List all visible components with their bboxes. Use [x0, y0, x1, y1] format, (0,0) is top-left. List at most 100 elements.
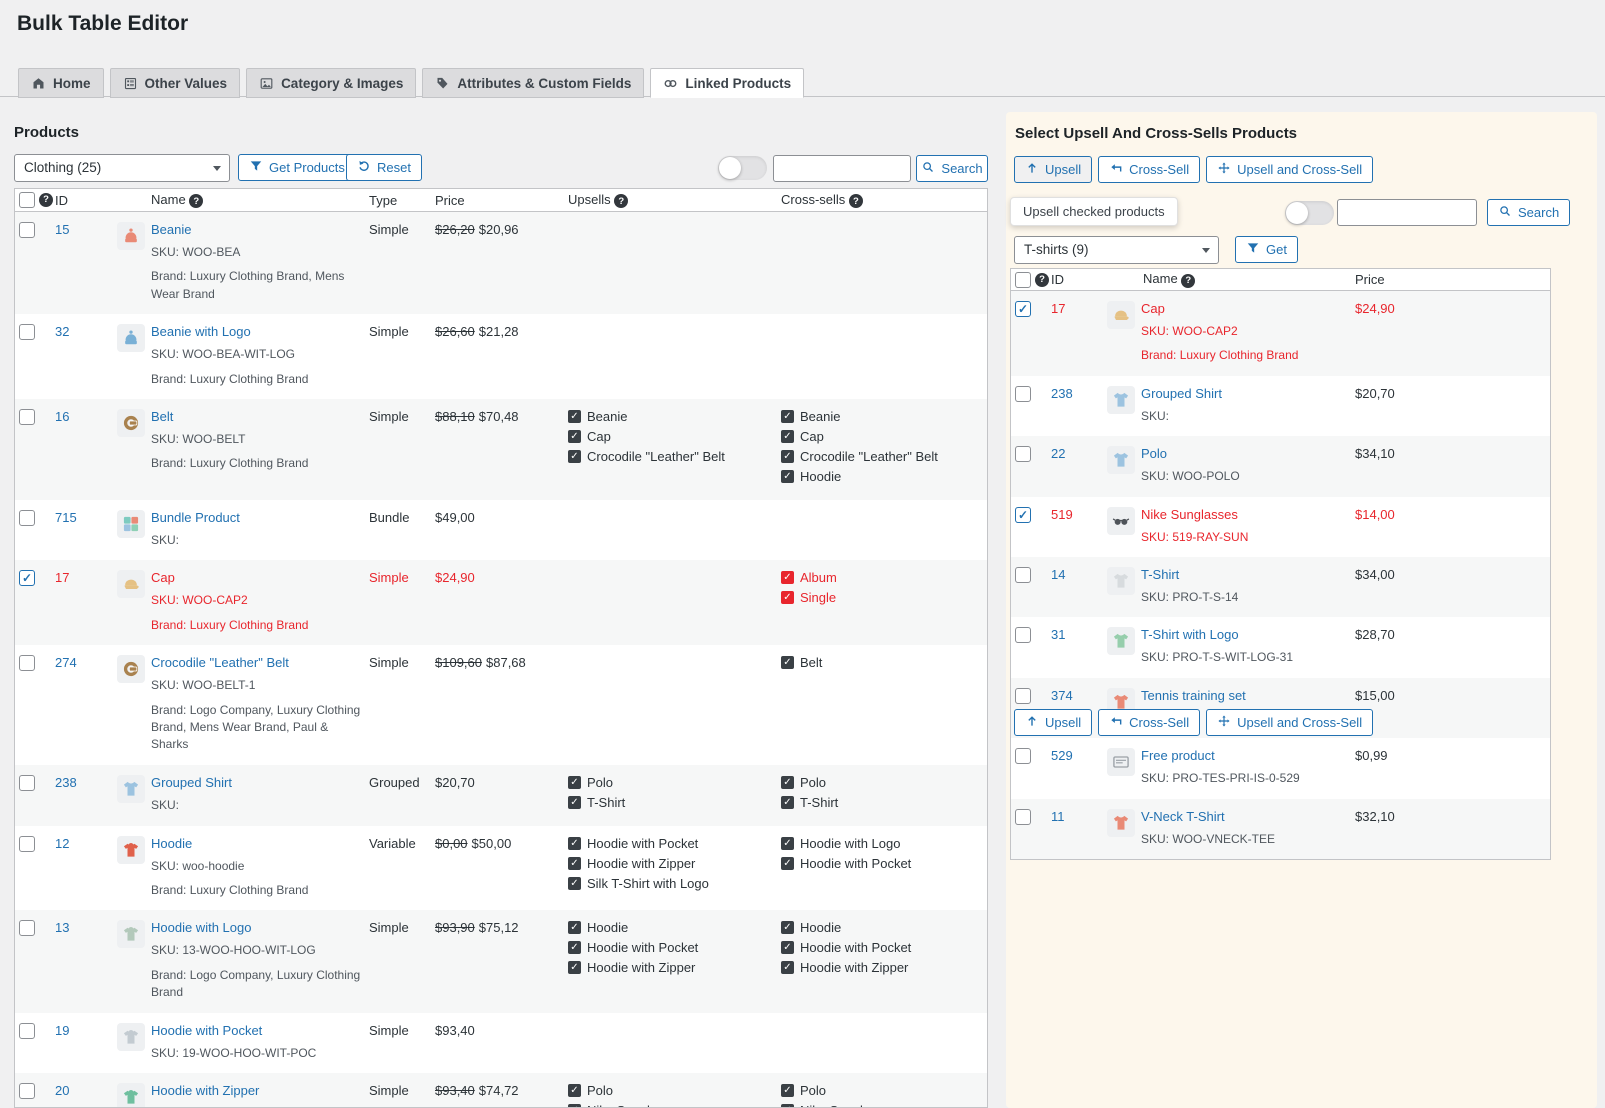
checked-checkbox-icon[interactable]: ✓	[568, 837, 581, 850]
row-checkbox[interactable]	[19, 222, 35, 238]
checked-checkbox-icon[interactable]: ✓	[568, 961, 581, 974]
checked-checkbox-icon[interactable]: ✓	[781, 571, 794, 584]
product-id-link[interactable]: 14	[1051, 567, 1065, 582]
row-checkbox[interactable]	[1015, 386, 1031, 402]
help-icon[interactable]: ?	[1035, 273, 1049, 287]
product-id-link[interactable]: 31	[1051, 627, 1065, 642]
product-name-link[interactable]: Hoodie with Logo	[151, 920, 251, 935]
product-name-link[interactable]: Free product	[1141, 748, 1215, 763]
row-checkbox[interactable]	[1015, 567, 1031, 583]
product-name-link[interactable]: Beanie with Logo	[151, 324, 251, 339]
product-id-link[interactable]: 238	[55, 775, 77, 790]
product-name-link[interactable]: Hoodie	[151, 836, 192, 851]
panel-search-button[interactable]: Search	[1487, 199, 1570, 226]
checked-checkbox-icon[interactable]: ✓	[568, 430, 581, 443]
checked-checkbox-icon[interactable]: ✓	[781, 430, 794, 443]
reset-button[interactable]: Reset	[346, 154, 422, 181]
product-name-link[interactable]: Bundle Product	[151, 510, 240, 525]
product-id-link[interactable]: 11	[1051, 809, 1065, 824]
product-name-link[interactable]: Belt	[151, 409, 173, 424]
product-id-link[interactable]: 374	[1051, 688, 1073, 703]
get-button[interactable]: Get	[1235, 236, 1298, 263]
checked-checkbox-icon[interactable]: ✓	[568, 921, 581, 934]
row-checkbox[interactable]: ✓	[19, 570, 35, 586]
checked-checkbox-icon[interactable]: ✓	[781, 941, 794, 954]
checked-checkbox-icon[interactable]: ✓	[568, 877, 581, 890]
product-name-link[interactable]: Grouped Shirt	[1141, 386, 1222, 401]
product-id-link[interactable]: 16	[55, 409, 69, 424]
checked-checkbox-icon[interactable]: ✓	[781, 776, 794, 789]
product-id-link[interactable]: 274	[55, 655, 77, 670]
product-name-link[interactable]: V-Neck T-Shirt	[1141, 809, 1225, 824]
tab-category-images[interactable]: Category & Images	[246, 68, 416, 98]
product-name-link[interactable]: T-Shirt	[1141, 567, 1179, 582]
product-id-link[interactable]: 519	[1051, 507, 1073, 522]
checked-checkbox-icon[interactable]: ✓	[781, 837, 794, 850]
cross-sell-button[interactable]: Cross-Sell	[1098, 156, 1200, 183]
checked-checkbox-icon[interactable]: ✓	[781, 1084, 794, 1097]
checked-checkbox-icon[interactable]: ✓	[781, 921, 794, 934]
row-checkbox[interactable]	[19, 409, 35, 425]
help-icon[interactable]: ?	[849, 194, 863, 208]
select-all-checkbox[interactable]	[1015, 272, 1031, 288]
product-id-link[interactable]: 19	[55, 1023, 69, 1038]
product-id-link[interactable]: 13	[55, 920, 69, 935]
search-mode-toggle[interactable]	[718, 156, 767, 180]
row-checkbox[interactable]: ✓	[1015, 507, 1031, 523]
product-name-link[interactable]: Cap	[151, 570, 175, 585]
checked-checkbox-icon[interactable]: ✓	[781, 470, 794, 483]
upsell-and-cross-sell-button[interactable]: Upsell and Cross-Sell	[1206, 156, 1373, 183]
panel-search-mode-toggle[interactable]	[1285, 201, 1334, 225]
checked-checkbox-icon[interactable]: ✓	[568, 450, 581, 463]
product-id-link[interactable]: 529	[1051, 748, 1073, 763]
checked-checkbox-icon[interactable]: ✓	[568, 796, 581, 809]
product-id-link[interactable]: 32	[55, 324, 69, 339]
products-search-input[interactable]	[773, 155, 911, 182]
row-checkbox[interactable]	[19, 510, 35, 526]
product-id-link[interactable]: 17	[55, 570, 69, 585]
checked-checkbox-icon[interactable]: ✓	[568, 857, 581, 870]
row-checkbox[interactable]: ✓	[1015, 301, 1031, 317]
help-icon[interactable]: ?	[1181, 274, 1195, 288]
checked-checkbox-icon[interactable]: ✓	[568, 776, 581, 789]
product-name-link[interactable]: Grouped Shirt	[151, 775, 232, 790]
row-checkbox[interactable]	[19, 1023, 35, 1039]
category-select[interactable]: Clothing (25)	[14, 154, 230, 182]
product-id-link[interactable]: 12	[55, 836, 69, 851]
checked-checkbox-icon[interactable]: ✓	[781, 591, 794, 604]
panel-category-select[interactable]: T-shirts (9)	[1014, 236, 1219, 264]
product-id-link[interactable]: 22	[1051, 446, 1065, 461]
row-checkbox[interactable]	[19, 1083, 35, 1099]
checked-checkbox-icon[interactable]: ✓	[781, 961, 794, 974]
checked-checkbox-icon[interactable]: ✓	[781, 1104, 794, 1108]
row-checkbox[interactable]	[1015, 627, 1031, 643]
checked-checkbox-icon[interactable]: ✓	[781, 796, 794, 809]
product-name-link[interactable]: Nike Sunglasses	[1141, 507, 1238, 522]
row-checkbox[interactable]	[19, 836, 35, 852]
checked-checkbox-icon[interactable]: ✓	[781, 857, 794, 870]
product-name-link[interactable]: Hoodie with Zipper	[151, 1083, 259, 1098]
product-id-link[interactable]: 238	[1051, 386, 1073, 401]
cross-sell-button[interactable]: Cross-Sell	[1098, 709, 1200, 736]
product-id-link[interactable]: 20	[55, 1083, 69, 1098]
panel-search-input[interactable]	[1337, 199, 1477, 226]
help-icon[interactable]: ?	[189, 194, 203, 208]
row-checkbox[interactable]	[1015, 688, 1031, 704]
row-checkbox[interactable]	[1015, 809, 1031, 825]
checked-checkbox-icon[interactable]: ✓	[781, 450, 794, 463]
product-name-link[interactable]: T-Shirt with Logo	[1141, 627, 1239, 642]
upsell-and-cross-sell-button[interactable]: Upsell and Cross-Sell	[1206, 709, 1373, 736]
checked-checkbox-icon[interactable]: ✓	[781, 656, 794, 669]
upsell-button[interactable]: Upsell	[1014, 156, 1092, 183]
checked-checkbox-icon[interactable]: ✓	[568, 1084, 581, 1097]
help-icon[interactable]: ?	[39, 193, 53, 207]
product-id-link[interactable]: 17	[1051, 301, 1065, 316]
products-search-button[interactable]: Search	[916, 155, 988, 182]
select-all-checkbox[interactable]	[19, 192, 35, 208]
tab-home[interactable]: Home	[18, 68, 104, 98]
product-name-link[interactable]: Crocodile "Leather" Belt	[151, 655, 289, 670]
product-name-link[interactable]: Polo	[1141, 446, 1167, 461]
row-checkbox[interactable]	[1015, 748, 1031, 764]
product-id-link[interactable]: 15	[55, 222, 69, 237]
checked-checkbox-icon[interactable]: ✓	[781, 410, 794, 423]
